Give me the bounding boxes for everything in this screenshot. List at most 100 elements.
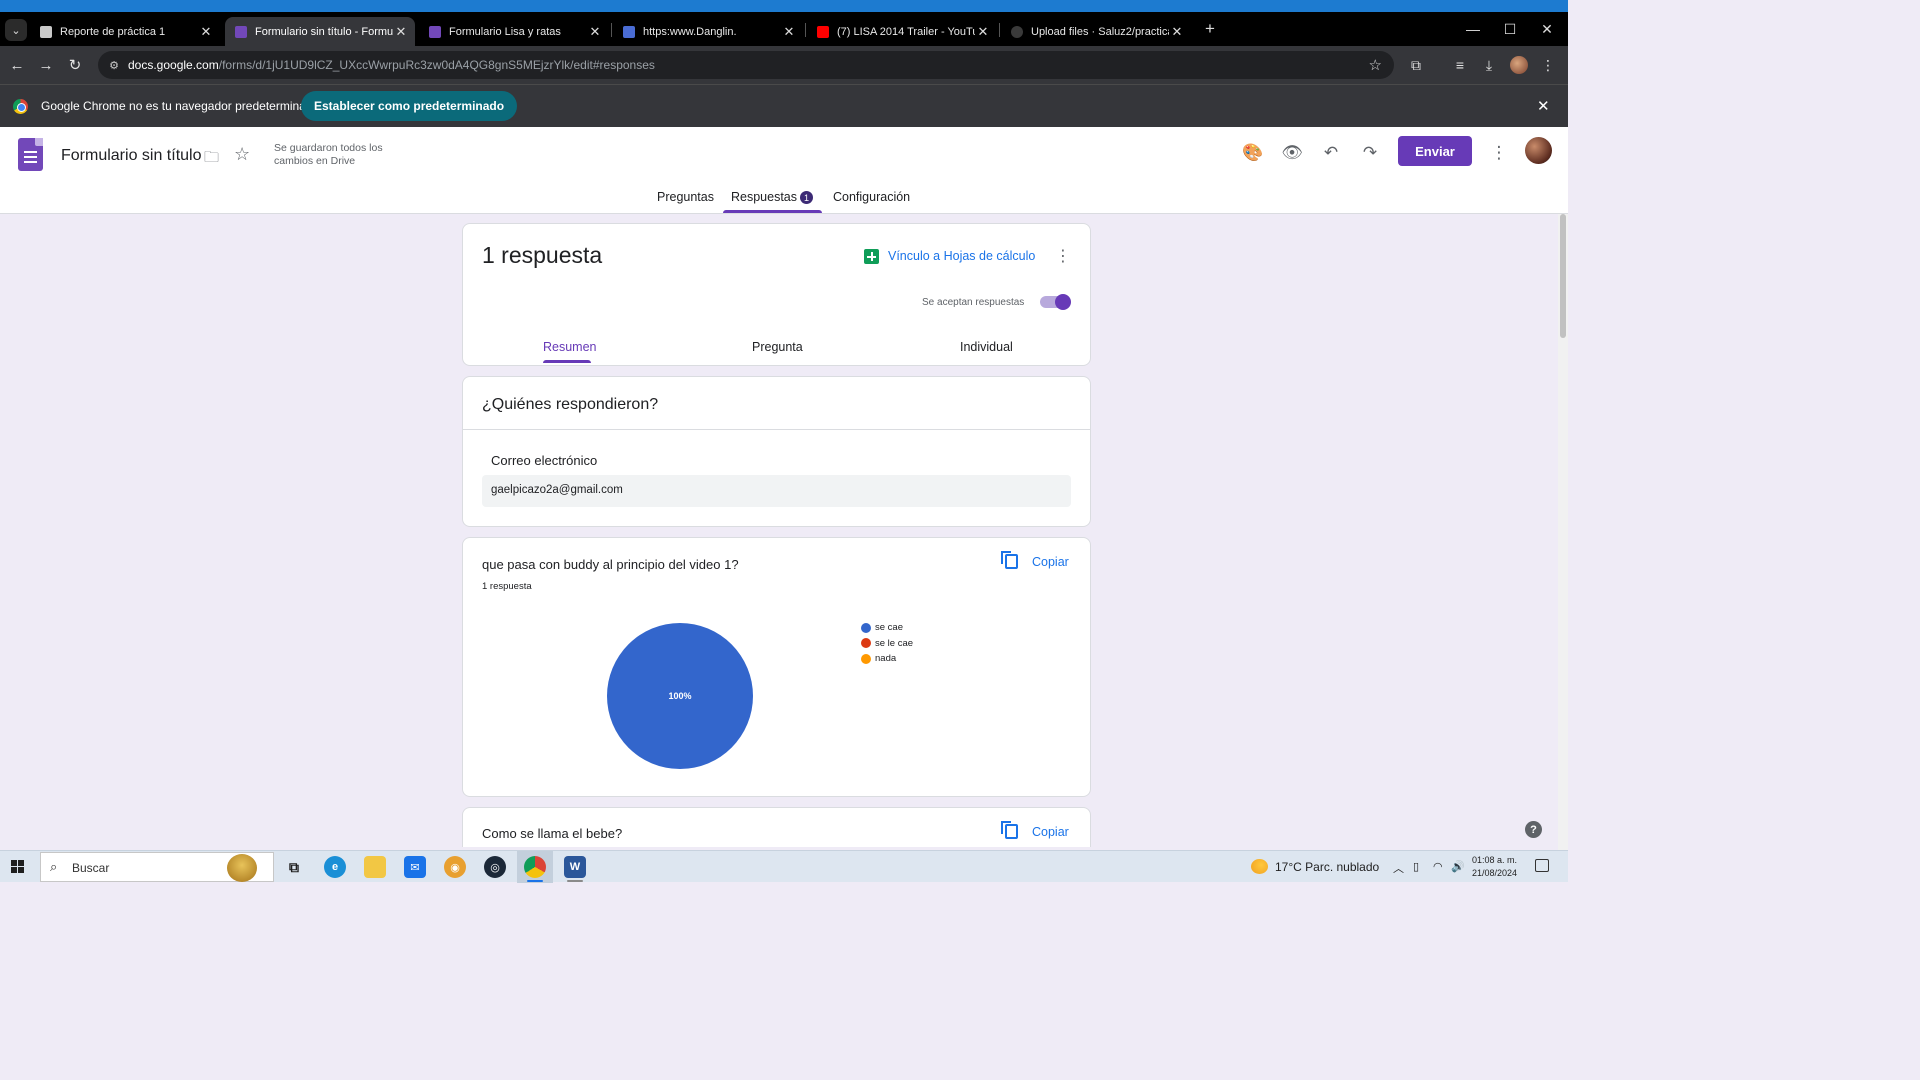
redo-icon[interactable]: ↷	[1358, 141, 1382, 165]
browser-tab[interactable]: Reporte de práctica 1 ✕	[30, 17, 220, 46]
weather-icon[interactable]	[1251, 859, 1268, 874]
sheets-icon[interactable]	[864, 249, 879, 264]
star-icon[interactable]: ☆	[234, 144, 250, 165]
chrome-logo-icon	[13, 99, 28, 114]
clock[interactable]: 01:08 a. m. 21/08/2024	[1472, 854, 1517, 880]
windows-start-icon[interactable]	[11, 860, 25, 874]
question-title: Como se llama el bebe?	[482, 826, 623, 841]
set-default-button[interactable]: Establecer como predeterminado	[301, 91, 518, 121]
url-path: /forms/d/1jU1UD9lCZ_UXccWwrpuRc3zw0dA4QG…	[218, 58, 655, 72]
tab-search-button[interactable]: ⌄	[5, 19, 27, 41]
legend-item: se cae	[861, 620, 913, 636]
app-icon[interactable]: ◉	[444, 856, 466, 878]
tab-preguntas[interactable]: Preguntas	[657, 190, 714, 204]
weather-text[interactable]: 17°C Parc. nublado	[1275, 860, 1379, 874]
tray-chevron-icon[interactable]: ︿	[1393, 860, 1404, 876]
forms-favicon-icon	[235, 25, 247, 38]
undo-icon[interactable]: ↶	[1319, 141, 1343, 165]
clock-time: 01:08 a. m.	[1472, 855, 1518, 865]
copy-chart-button[interactable]: Copiar	[1001, 551, 1069, 569]
responses-more-icon[interactable]: ⋮	[1055, 246, 1071, 266]
browser-toolbar: ← → ↻ ⚙ docs.google.com/forms/d/1jU1UD9l…	[0, 46, 1568, 84]
chrome-taskbar-icon[interactable]	[524, 856, 546, 878]
tab-close-icon[interactable]: ✕	[587, 24, 603, 40]
active-subtab-indicator	[543, 360, 591, 363]
steam-icon[interactable]: ◎	[484, 856, 506, 878]
question-summary-card: Como se llama el bebe? Copiar	[462, 807, 1091, 847]
search-icon: ⌕	[50, 859, 58, 874]
subtab-pregunta[interactable]: Pregunta	[752, 340, 803, 354]
downloads-icon[interactable]: ⤓	[1479, 55, 1499, 75]
browser-tab-active[interactable]: Formulario sin título - Formulario ✕	[225, 17, 415, 46]
infobar-close-icon[interactable]: ✕	[1537, 97, 1550, 115]
link-to-sheets-button[interactable]: Vínculo a Hojas de cálculo	[888, 249, 1035, 263]
google-forms-logo-icon[interactable]	[18, 138, 43, 171]
legend-label: se le cae	[875, 637, 914, 649]
more-options-icon[interactable]: ⋮	[1487, 141, 1511, 165]
account-avatar[interactable]	[1525, 137, 1552, 164]
extensions-icon[interactable]: ⧉	[1406, 55, 1426, 75]
tab-close-icon[interactable]: ✕	[393, 24, 409, 40]
folder-icon[interactable]: 🗀	[204, 147, 222, 166]
volume-icon[interactable]: 🔊	[1451, 860, 1465, 873]
help-icon[interactable]: ?	[1525, 821, 1542, 838]
network-icon[interactable]: ◠	[1433, 860, 1443, 873]
new-tab-plus-icon[interactable]: +	[1200, 19, 1220, 39]
subtab-resumen[interactable]: Resumen	[543, 340, 597, 354]
forward-arrow-icon[interactable]: →	[36, 55, 56, 75]
tab-close-icon[interactable]: ✕	[975, 24, 991, 40]
chrome-menu-icon[interactable]: ⋮	[1538, 55, 1558, 75]
back-arrow-icon[interactable]: ←	[7, 55, 27, 75]
file-explorer-icon[interactable]	[364, 856, 386, 878]
question-title: que pasa con buddy al principio del vide…	[482, 557, 739, 572]
page-scrollbar[interactable]	[1558, 214, 1568, 850]
tab-close-icon[interactable]: ✕	[781, 24, 797, 40]
site-info-icon[interactable]: ⚙	[106, 57, 122, 73]
mail-icon[interactable]: ✉	[404, 856, 426, 878]
tab-respuestas[interactable]: Respuestas	[731, 190, 797, 204]
subtab-individual[interactable]: Individual	[960, 340, 1013, 354]
tab-close-icon[interactable]: ✕	[198, 24, 214, 40]
copy-label: Copiar	[1032, 554, 1069, 569]
browser-tab[interactable]: Upload files · Saluz2/practica1P ✕	[1001, 17, 1191, 46]
tab-close-icon[interactable]: ✕	[1169, 24, 1185, 40]
profile-avatar[interactable]	[1510, 56, 1528, 74]
send-button[interactable]: Enviar	[1398, 136, 1472, 166]
tab-title: Upload files · Saluz2/practica1P	[1031, 25, 1169, 38]
reload-icon[interactable]: ↻	[65, 55, 85, 75]
browser-tab[interactable]: (7) LISA 2014 Trailer - YouTube ✕	[807, 17, 997, 46]
form-title[interactable]: Formulario sin título	[61, 147, 202, 165]
browser-tab[interactable]: https:www.Danglin. ✕	[613, 17, 803, 46]
word-icon[interactable]: W	[564, 856, 586, 878]
palette-icon[interactable]: 🎨	[1241, 141, 1265, 165]
tab-favicon-icon	[40, 25, 52, 38]
minimize-icon[interactable]: —	[1453, 17, 1493, 41]
scrollbar-thumb[interactable]	[1560, 214, 1566, 338]
tab-title: Reporte de práctica 1	[60, 25, 166, 38]
media-control-icon[interactable]: ≡	[1450, 55, 1470, 75]
save-status: Se guardaron todos los cambios en Drive	[274, 142, 383, 167]
forms-header: Formulario sin título 🗀 ☆ Se guardaron t…	[0, 127, 1568, 214]
window-top-edge	[0, 0, 1568, 12]
window-close-icon[interactable]: ✕	[1527, 17, 1567, 41]
bookmark-star-icon[interactable]: ☆	[1369, 56, 1382, 74]
preview-eye-icon[interactable]: 👁	[1280, 141, 1304, 165]
forms-favicon-icon	[429, 25, 441, 38]
accepting-responses-toggle[interactable]	[1040, 294, 1071, 310]
browser-tab[interactable]: Formulario Lisa y ratas ✕	[419, 17, 609, 46]
tray-app-icon[interactable]: ▯	[1413, 860, 1419, 873]
taskbar-search-box[interactable]: ⌕ Buscar	[40, 852, 274, 882]
maximize-icon[interactable]: ☐	[1490, 17, 1530, 41]
legend-swatch	[861, 638, 871, 649]
pie-slice-label: 100%	[668, 691, 691, 701]
task-view-icon[interactable]: ⧉	[283, 856, 305, 878]
edge-icon[interactable]: e	[324, 856, 346, 878]
copy-chart-button[interactable]: Copiar	[1001, 821, 1069, 839]
address-bar[interactable]: ⚙ docs.google.com/forms/d/1jU1UD9lCZ_UXc…	[98, 51, 1394, 79]
url-text[interactable]: docs.google.com/forms/d/1jU1UD9lCZ_UXccW…	[128, 58, 655, 72]
who-responded-title: ¿Quiénes respondieron?	[482, 396, 659, 413]
legend-item: nada	[861, 651, 913, 667]
windows-taskbar: ⌕ Buscar ⧉ e ✉ ◉ ◎ W 17°C Parc. nublado …	[0, 850, 1568, 883]
notifications-icon[interactable]	[1535, 859, 1549, 872]
tab-configuracion[interactable]: Configuración	[833, 190, 910, 204]
